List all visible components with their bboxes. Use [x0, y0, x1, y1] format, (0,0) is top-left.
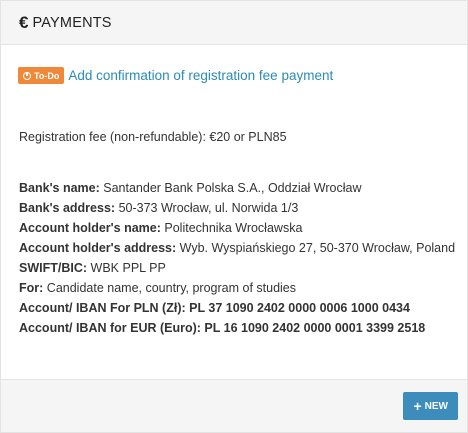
detail-label: Account/ IBAN For PLN (Zł): [19, 301, 186, 315]
detail-value: 50-373 Wrocław, ul. Norwida 1/3 [118, 201, 299, 215]
detail-value: Candidate name, country, program of stud… [46, 281, 297, 295]
new-button[interactable]: + NEW [403, 392, 458, 420]
detail-value: Santander Bank Polska S.A., Oddział Wroc… [103, 181, 362, 195]
detail-iban-eur: Account/ IBAN for EUR (Euro): PL 16 1090… [19, 318, 459, 338]
todo-badge: To-Do [18, 67, 65, 84]
payment-details: Registration fee (non-refundable): €20 o… [19, 127, 459, 338]
detail-bank-name: Bank's name: Santander Bank Polska S.A.,… [19, 178, 459, 198]
panel-footer: + NEW [1, 379, 467, 432]
euro-icon: € [19, 12, 29, 32]
detail-label: Account holder's name: [19, 221, 161, 235]
panel-title: PAYMENTS [32, 14, 112, 31]
detail-label: Account holder's address: [19, 241, 177, 255]
detail-label: SWIFT/BIC: [19, 261, 88, 275]
detail-value: WBK PPL PP [90, 261, 166, 275]
detail-label: Bank's address: [19, 201, 116, 215]
detail-bank-address: Bank's address: 50-373 Wrocław, ul. Norw… [19, 198, 459, 218]
detail-value: Wyb. Wyspiańskiego 27, 50-370 Wrocław, P… [179, 241, 456, 255]
detail-label: Account/ IBAN for EUR (Euro): [19, 321, 201, 335]
payments-panel: € PAYMENTS To-Do Add confirmation of reg… [0, 0, 468, 433]
detail-value: Politechnika Wrocławska [164, 221, 303, 235]
detail-for: For: Candidate name, country, program of… [19, 278, 459, 298]
detail-label: Bank's name: [19, 181, 100, 195]
todo-row: To-Do Add confirmation of registration f… [18, 67, 333, 84]
detail-label: For: [19, 281, 44, 295]
detail-iban-pln: Account/ IBAN For PLN (Zł): PL 37 1090 2… [19, 298, 459, 318]
plus-icon: + [413, 398, 422, 414]
detail-swift: SWIFT/BIC: WBK PPL PP [19, 258, 459, 278]
add-confirmation-link[interactable]: Add confirmation of registration fee pay… [68, 68, 333, 83]
todo-badge-label: To-Do [34, 70, 60, 81]
detail-value: PL 16 1090 2402 0000 0001 3399 2518 [204, 321, 426, 335]
new-button-label: NEW [424, 400, 448, 412]
panel-header: € PAYMENTS [1, 1, 467, 45]
registration-fee-text: Registration fee (non-refundable): €20 o… [19, 130, 287, 144]
detail-holder-address: Account holder's address: Wyb. Wyspiańsk… [19, 238, 459, 258]
detail-value: PL 37 1090 2402 0000 0006 1000 0434 [189, 301, 410, 315]
clock-icon [23, 71, 31, 80]
detail-holder-name: Account holder's name: Politechnika Wroc… [19, 218, 459, 238]
